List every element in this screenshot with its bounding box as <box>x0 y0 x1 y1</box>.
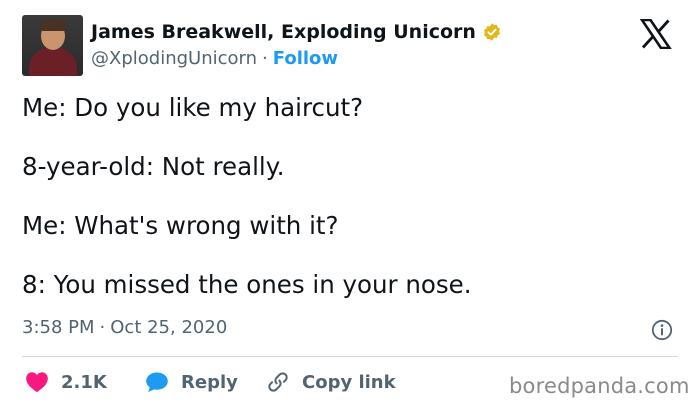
copy-link-button[interactable]: Copy link <box>266 370 396 394</box>
verified-badge-icon <box>483 23 501 41</box>
like-button[interactable]: 2.1K <box>25 370 107 394</box>
reply-label: Reply <box>181 371 238 393</box>
separator-dot: · <box>262 48 268 69</box>
likes-count: 2.1K <box>61 371 107 393</box>
avatar[interactable] <box>22 15 83 76</box>
link-icon <box>268 372 288 392</box>
divider <box>22 356 678 357</box>
author-handle-row: @XplodingUnicorn · Follow <box>91 48 338 69</box>
author-display-name[interactable]: James Breakwell, Exploding Unicorn <box>91 21 476 43</box>
tweet-time: 3:58 PM <box>22 317 95 338</box>
author-name-row: James Breakwell, Exploding Unicorn <box>91 21 502 43</box>
tweet-date: Oct 25, 2020 <box>110 317 228 338</box>
follow-button[interactable]: Follow <box>273 48 338 69</box>
tweet-line: Me: What's wrong with it? <box>22 211 339 240</box>
tweet-card: James Breakwell, Exploding Unicorn @Xplo… <box>0 0 700 410</box>
info-icon[interactable] <box>651 319 673 341</box>
tweet-timestamp[interactable]: 3:58 PM · Oct 25, 2020 <box>22 317 227 338</box>
separator-dot: · <box>99 317 106 338</box>
x-logo-icon[interactable] <box>640 19 672 49</box>
author-handle[interactable]: @XplodingUnicorn <box>91 48 257 69</box>
tweet-line: 8: You missed the ones in your nose. <box>22 270 472 299</box>
heart-icon <box>26 372 48 393</box>
tweet-line: Me: Do you like my haircut? <box>22 93 364 122</box>
reply-button[interactable]: Reply <box>145 370 238 394</box>
tweet-text: Me: Do you like my haircut? 8-year-old: … <box>22 92 672 328</box>
copy-link-label: Copy link <box>302 371 396 393</box>
tweet-line: 8-year-old: Not really. <box>22 152 285 181</box>
reply-bubble-icon <box>146 372 168 392</box>
watermark: boredpanda.com <box>509 374 690 398</box>
